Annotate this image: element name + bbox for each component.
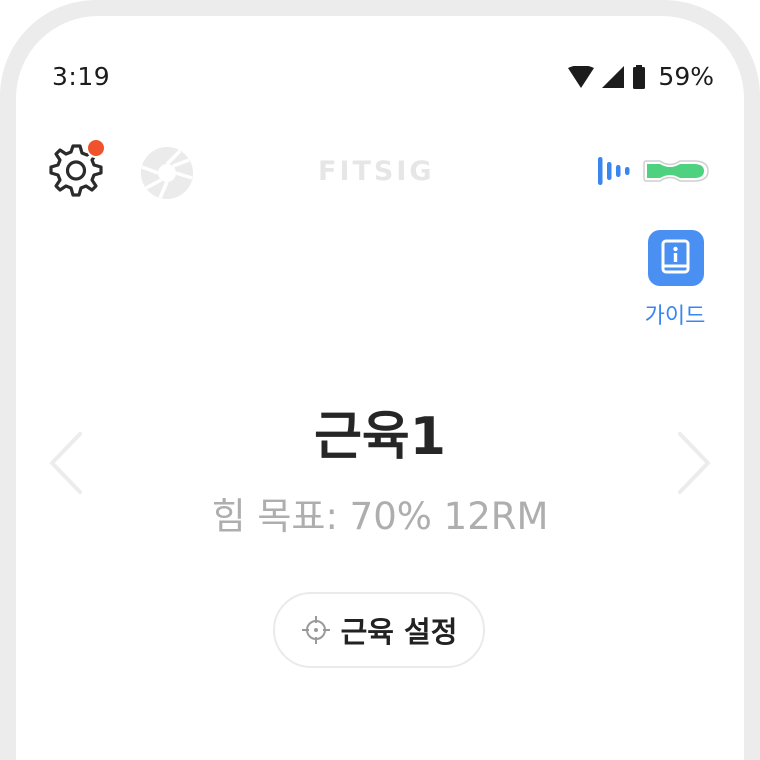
muscle-sensor-icon <box>643 160 709 182</box>
muscle-setting-button[interactable]: 근육 설정 <box>273 592 485 668</box>
strength-goal: 힘 목표: 70% 12RM <box>211 495 549 538</box>
app-screen: 3:19 59% FITSIG 가이드 근육1 힘 목표: 70% 12RM 근… <box>16 16 744 760</box>
status-indicators: 59% <box>568 62 714 91</box>
guide-label: 가이드 <box>644 304 706 329</box>
muscle-title: 근육1 <box>314 407 446 467</box>
settings-notification-badge <box>86 138 106 158</box>
camera-shutter-icon[interactable] <box>140 146 194 200</box>
crosshair-icon <box>301 616 330 644</box>
guide-button[interactable]: 가이드 <box>636 230 712 330</box>
brand-logo: FITSIG <box>318 155 435 187</box>
top-bar: FITSIG <box>16 126 744 206</box>
cellular-signal-icon <box>602 65 625 88</box>
muscle-setting-label: 근육 설정 <box>340 615 458 649</box>
device-connection-status[interactable] <box>598 148 710 194</box>
book-info-icon <box>648 230 704 286</box>
status-time: 3:19 <box>52 62 111 91</box>
status-bar: 3:19 59% <box>16 16 744 106</box>
wifi-icon <box>568 65 595 88</box>
device-frame: 3:19 59% FITSIG 가이드 근육1 힘 목표: 70% 12RM 근… <box>0 0 760 760</box>
signal-bars-icon <box>598 157 630 185</box>
battery-icon <box>633 64 646 89</box>
battery-percent: 59% <box>658 62 714 91</box>
